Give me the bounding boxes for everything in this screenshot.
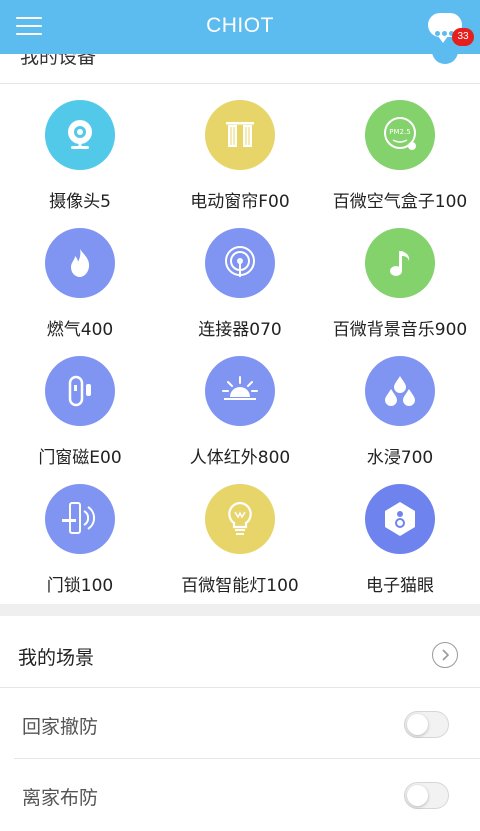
top-app-bar: CHIOT 33	[0, 0, 480, 54]
device-label: 人体红外800	[189, 448, 291, 468]
device-curtain[interactable]: 电动窗帘F00	[160, 84, 320, 212]
device-label: 电子猫眼	[366, 576, 434, 596]
devices-section-header: 我的设备	[0, 54, 480, 84]
device-door-sensor[interactable]: 门窗磁E00	[0, 340, 160, 468]
device-grid: 摄像头5 电动窗帘F00 PM2.5 百微空气盒子100 燃气400 连接器07…	[0, 84, 480, 604]
water-drops-icon	[365, 356, 435, 426]
device-peephole[interactable]: 电子猫眼	[320, 468, 480, 596]
device-water-leak[interactable]: 水浸700	[320, 340, 480, 468]
device-label: 门窗磁E00	[38, 448, 122, 468]
scene-label: 离家布防	[22, 787, 99, 809]
device-label: 水浸700	[366, 448, 434, 468]
row-divider	[14, 758, 480, 759]
air-box-icon: PM2.5	[365, 100, 435, 170]
device-label: 门锁100	[46, 576, 114, 596]
device-camera[interactable]: 摄像头5	[0, 84, 160, 212]
music-note-icon	[365, 228, 435, 298]
sunrise-icon	[205, 356, 275, 426]
door-sensor-icon	[45, 356, 115, 426]
app-title: CHIOT	[206, 14, 274, 37]
scene-label: 回家撤防	[22, 716, 99, 738]
add-device-button[interactable]	[432, 54, 458, 64]
device-music[interactable]: 百微背景音乐900	[320, 212, 480, 340]
broadcast-icon	[205, 228, 275, 298]
device-label: 连接器070	[198, 320, 282, 340]
svg-text:PM2.5: PM2.5	[389, 128, 410, 136]
device-label: 电动窗帘F00	[190, 192, 290, 212]
device-label: 百微背景音乐900	[332, 320, 468, 340]
light-bulb-icon	[205, 484, 275, 554]
device-door-lock[interactable]: 门锁100	[0, 468, 160, 596]
chevron-right-icon[interactable]	[432, 642, 458, 668]
scenes-title: 我的场景	[18, 647, 95, 669]
device-air-box[interactable]: PM2.5 百微空气盒子100	[320, 84, 480, 212]
scenes-header[interactable]: 我的场景	[0, 616, 480, 688]
device-label: 百微智能灯100	[181, 576, 299, 596]
devices-section-title: 我的设备	[20, 54, 97, 68]
scene-row: 回家撤防	[0, 689, 480, 759]
device-label: 燃气400	[46, 320, 114, 340]
curtain-icon	[205, 100, 275, 170]
flame-icon	[45, 228, 115, 298]
scene-row: 离家布防	[0, 760, 480, 830]
section-divider	[0, 604, 480, 616]
device-smart-light[interactable]: 百微智能灯100	[160, 468, 320, 596]
door-lock-icon	[45, 484, 115, 554]
device-label: 摄像头5	[49, 192, 111, 212]
peephole-icon	[365, 484, 435, 554]
device-label: 百微空气盒子100	[332, 192, 468, 212]
message-count-badge: 33	[452, 28, 474, 46]
scene-toggle-switch[interactable]	[404, 711, 449, 738]
camera-icon	[45, 100, 115, 170]
device-connector[interactable]: 连接器070	[160, 212, 320, 340]
device-pir[interactable]: 人体红外800	[160, 340, 320, 468]
device-gas[interactable]: 燃气400	[0, 212, 160, 340]
scene-toggle-switch[interactable]	[404, 782, 449, 809]
